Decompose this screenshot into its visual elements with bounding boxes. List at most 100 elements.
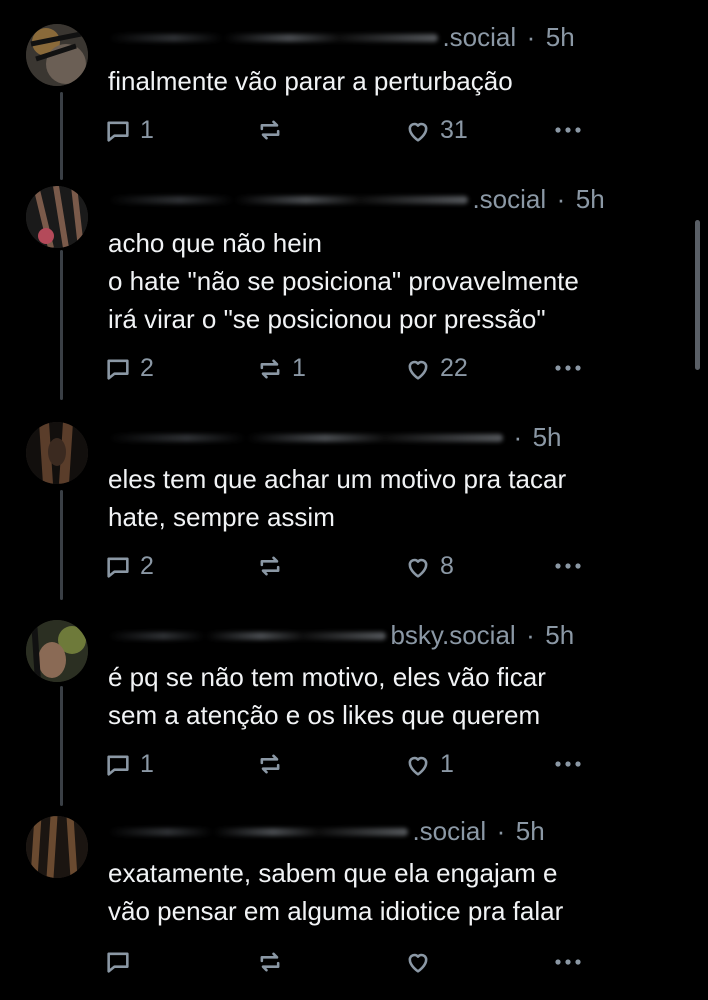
reply-icon [107,952,129,973]
author-handle-redacted[interactable] [108,433,503,442]
post-actions: 2 1 22 [104,354,594,386]
reply-count: 1 [140,116,154,144]
reply-count: 1 [140,750,154,778]
reply-button[interactable]: 1 [104,116,154,145]
post-text-line: eles tem que achar um motivo pra tacar [108,464,567,494]
repost-button[interactable] [256,552,292,580]
more-options-icon [555,761,581,767]
post-actions: 2 8 [104,552,594,584]
separator: · [526,22,536,52]
post-text: eles tem que achar um motivo pra tacar h… [108,460,688,536]
post-header: .social · 5h [108,22,688,54]
reply-icon [107,121,129,142]
separator: · [513,422,523,452]
post-time[interactable]: 5h [576,184,605,214]
post-actions: 1 31 [104,116,594,148]
post-text-line: o hate "não se posiciona" provavelmente [108,266,579,296]
separator: · [526,620,535,650]
repost-icon [260,952,280,972]
thread-post[interactable]: .social · 5h acho que não hein o hate "n… [0,160,708,400]
separator: · [556,184,566,214]
post-text-line: vão pensar em alguma idiotice pra falar [108,896,564,926]
post-header: .social · 5h [108,184,688,216]
like-count: 8 [440,552,454,580]
author-handle-suffix[interactable]: .social [472,184,546,214]
like-button[interactable] [404,948,440,976]
post-time[interactable]: 5h [533,422,562,452]
more-options-button[interactable] [552,354,584,382]
more-options-icon [555,563,581,569]
like-count: 31 [440,116,468,144]
like-button[interactable]: 22 [404,354,468,383]
reply-button[interactable]: 2 [104,354,154,383]
more-options-button[interactable] [552,552,584,580]
post-text-line: hate, sempre assim [108,502,335,532]
post-header: · 5h [108,422,688,454]
repost-icon [260,556,280,576]
heart-icon [408,360,428,380]
reply-icon [107,359,129,380]
avatar[interactable] [26,24,88,86]
author-handle-suffix[interactable]: .social [442,22,516,52]
thread-post[interactable]: · 5h eles tem que achar um motivo pra ta… [0,400,708,600]
avatar[interactable] [26,422,88,484]
thread-post[interactable]: bsky.social · 5h é pq se não tem motivo,… [0,598,708,798]
like-button[interactable]: 1 [404,750,454,779]
more-options-icon [555,127,581,133]
reply-button[interactable]: 1 [104,750,154,779]
author-handle-redacted[interactable] [108,33,438,42]
reply-count: 2 [140,354,154,382]
post-text-line: sem a atenção e os likes que querem [108,700,541,730]
more-options-button[interactable] [552,948,584,976]
post-actions: 1 1 [104,750,594,782]
author-handle-suffix[interactable]: .social [412,816,486,846]
avatar[interactable] [26,816,88,878]
post-text-line: finalmente vão parar a perturbação [108,66,513,96]
heart-icon [408,558,428,578]
post-text-line: acho que não hein [108,228,322,258]
repost-button[interactable] [256,948,292,976]
post-text: acho que não hein o hate "não se posicio… [108,224,688,338]
repost-icon [260,120,280,140]
author-handle-suffix[interactable]: bsky.social [390,620,515,650]
repost-button[interactable] [256,116,292,144]
heart-icon [408,756,428,776]
post-text-line: exatamente, sabem que ela engajam e [108,858,558,888]
heart-icon [408,122,428,142]
author-handle-redacted[interactable] [108,631,386,640]
heart-icon [408,953,428,973]
like-button[interactable]: 31 [404,116,468,145]
post-text-line: irá virar o "se posicionou por pressão" [108,304,546,334]
post-text: finalmente vão parar a perturbação [108,62,688,100]
more-options-icon [555,959,581,965]
reply-button[interactable]: 2 [104,552,154,581]
post-time[interactable]: 5h [545,620,574,650]
reply-count: 2 [140,552,154,580]
author-handle-redacted[interactable] [108,195,468,204]
repost-icon [260,754,280,774]
more-options-button[interactable] [552,750,584,778]
reply-icon [107,557,129,578]
post-time[interactable]: 5h [516,816,545,846]
post-header: bsky.social · 5h [108,620,688,652]
like-count: 1 [440,750,454,778]
post-text: é pq se não tem motivo, eles vão ficar s… [108,658,688,734]
reply-icon [107,755,129,776]
author-handle-redacted[interactable] [108,827,408,836]
post-time[interactable]: 5h [546,22,575,52]
avatar[interactable] [26,620,88,682]
like-button[interactable]: 8 [404,552,454,581]
separator: · [496,816,506,846]
like-count: 22 [440,354,468,382]
repost-icon [260,359,280,378]
avatar[interactable] [26,186,88,248]
reply-button[interactable] [104,948,140,976]
thread-post[interactable]: .social · 5h exatamente, sabem que ela e… [0,796,708,1000]
repost-button[interactable]: 1 [256,354,306,383]
repost-count: 1 [292,354,306,382]
post-text-line: é pq se não tem motivo, eles vão ficar [108,662,546,692]
thread-screen: { "posts": [ { "handle_suffix": ".social… [0,0,708,1000]
repost-button[interactable] [256,750,292,778]
more-options-icon [555,365,581,371]
more-options-button[interactable] [552,116,584,144]
